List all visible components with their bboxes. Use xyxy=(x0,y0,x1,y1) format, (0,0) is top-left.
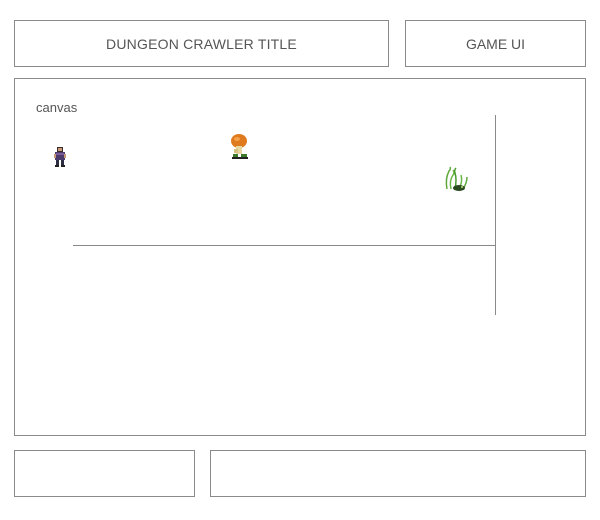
dungeon-wall-vertical xyxy=(495,115,496,315)
player-character-sprite[interactable] xyxy=(53,145,67,169)
game-canvas[interactable]: canvas xyxy=(14,78,586,436)
game-title: DUNGEON CRAWLER TITLE xyxy=(106,35,297,52)
canvas-label: canvas xyxy=(36,100,78,115)
footer-right-panel[interactable] xyxy=(210,450,586,497)
game-ui-panel[interactable]: GAME UI xyxy=(405,20,586,67)
mushroom-creature-sprite[interactable] xyxy=(228,133,252,161)
game-ui-label: GAME UI xyxy=(465,35,526,52)
tentacle-plant-sprite[interactable] xyxy=(443,165,471,193)
footer-left-panel[interactable] xyxy=(14,450,195,497)
game-title-panel: DUNGEON CRAWLER TITLE xyxy=(14,20,389,67)
dungeon-wall-horizontal xyxy=(73,245,496,246)
